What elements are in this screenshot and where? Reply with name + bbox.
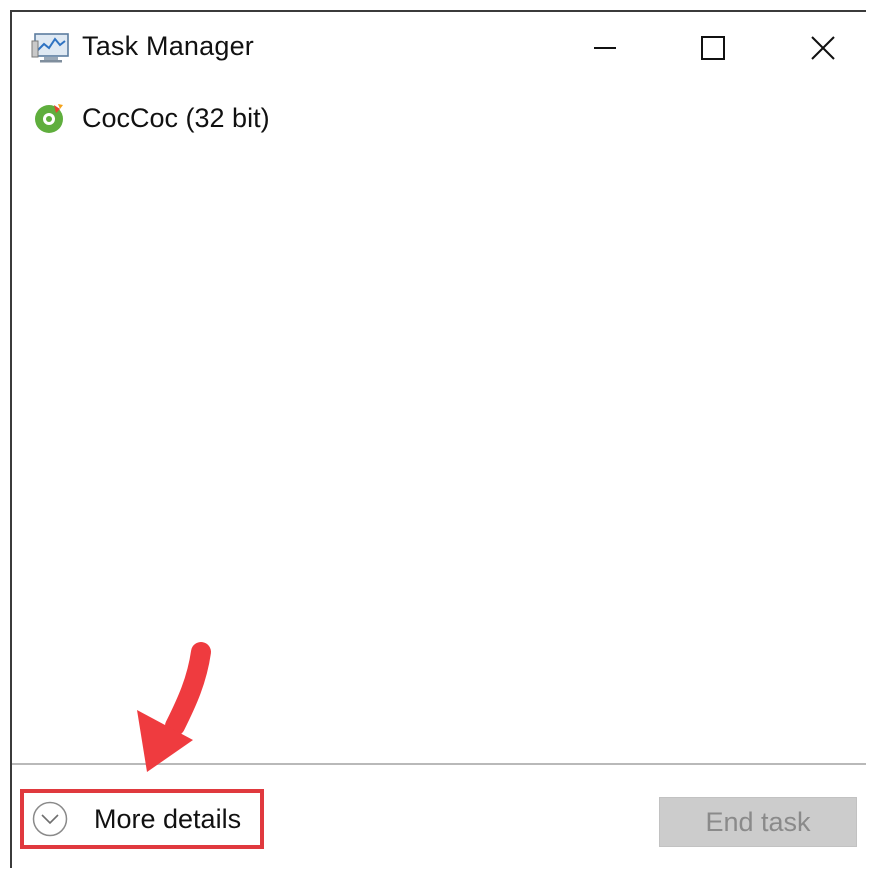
more-details-label: More details — [94, 803, 242, 834]
title-bar[interactable]: Task Manager — [12, 12, 866, 82]
maximize-icon — [701, 36, 725, 60]
list-item[interactable]: CocCoc (32 bit) — [12, 96, 866, 140]
more-details-button[interactable]: More details — [20, 789, 264, 849]
red-arrow-annotation — [137, 642, 211, 772]
process-name: CocCoc (32 bit) — [82, 102, 270, 133]
minimize-button[interactable] — [570, 22, 640, 74]
end-task-button[interactable]: End task — [659, 797, 857, 847]
coccoc-icon — [35, 104, 63, 133]
window-title: Task Manager — [82, 31, 254, 61]
close-button[interactable] — [788, 22, 858, 74]
maximize-button[interactable] — [678, 22, 748, 74]
close-icon — [811, 36, 835, 60]
task-manager-icon — [31, 33, 69, 63]
chevron-down-circle-icon — [32, 801, 68, 837]
minimize-icon — [594, 47, 616, 49]
footer-bar: More details End task — [12, 763, 866, 870]
